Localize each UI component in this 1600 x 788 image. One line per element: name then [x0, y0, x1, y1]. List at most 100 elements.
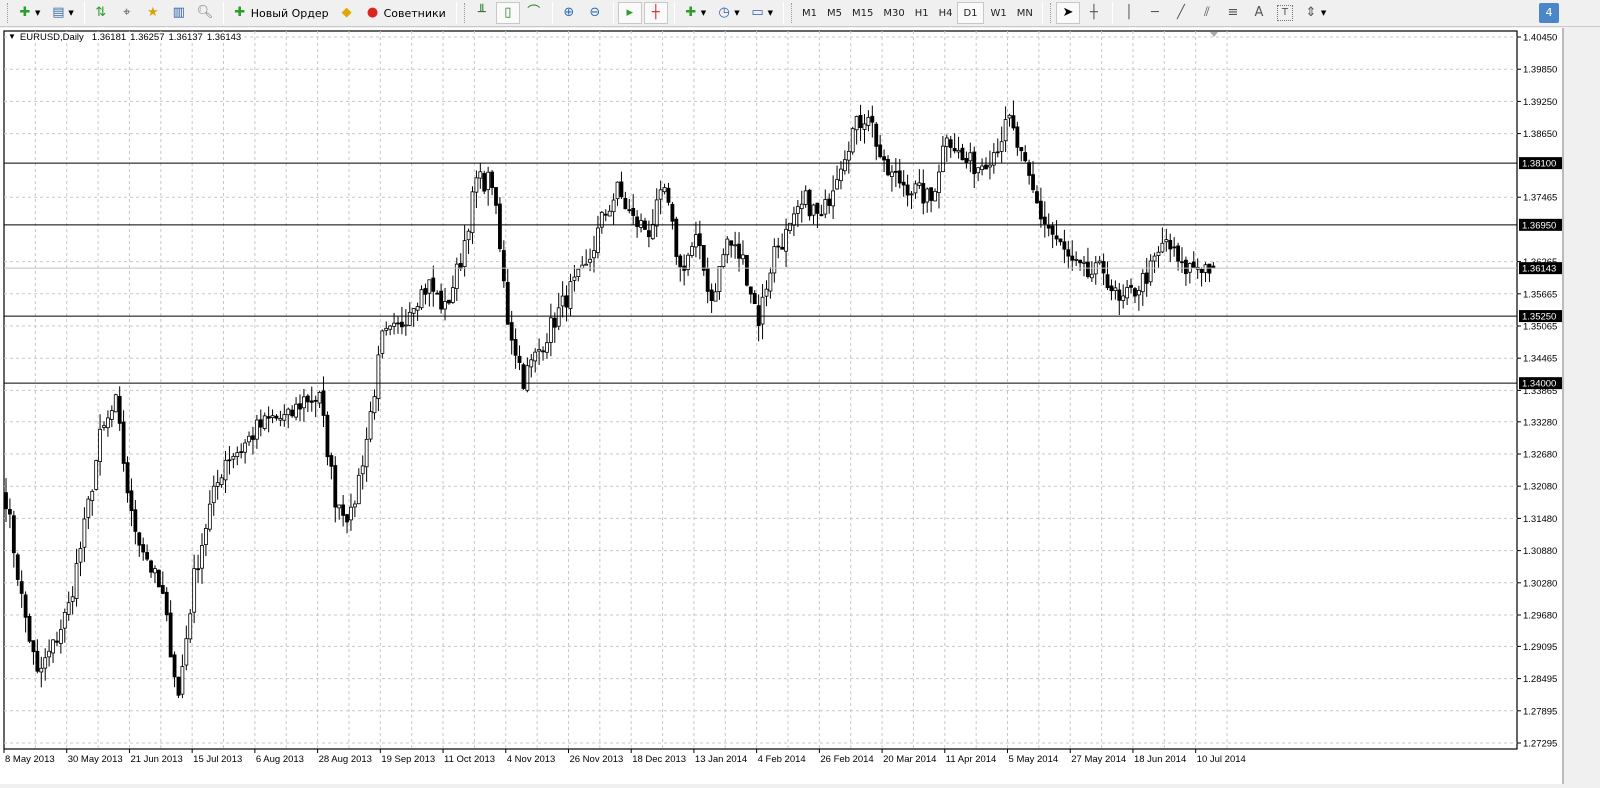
market-watch-button[interactable]: ⇅ [89, 2, 113, 24]
zoom-out-button[interactable]: ⊖ [583, 2, 607, 24]
candle-bear [541, 350, 545, 353]
line-chart-icon: ⌒ [527, 5, 541, 20]
date-tick-label: 28 Aug 2013 [319, 754, 372, 765]
collapse-triangle-icon[interactable]: ▼ [8, 32, 16, 43]
text-tool-button[interactable]: A [1247, 2, 1271, 24]
timeframe-m30-button[interactable]: M30 [878, 2, 909, 24]
timeframe-h1-button[interactable]: H1 [910, 2, 934, 24]
trendline-button[interactable]: ╱ [1169, 2, 1193, 24]
crosshair-tool-button[interactable]: ┼ [1082, 2, 1106, 24]
horizontal-line-button[interactable]: ─ [1143, 2, 1167, 24]
timeframe-m5-button[interactable]: M5 [822, 2, 847, 24]
timeframe-w1-button[interactable]: W1 [986, 2, 1012, 24]
auto-scroll-button[interactable]: ▸ [617, 2, 642, 24]
candle-bull [1089, 273, 1094, 279]
terminal-button[interactable]: ▥ [167, 2, 191, 24]
fibonacci-button[interactable]: ≡ [1221, 2, 1245, 24]
timeframe-m15-button[interactable]: M15 [847, 2, 878, 24]
candle-bear [748, 286, 753, 295]
candle-bull [286, 408, 291, 416]
candle-bear [815, 202, 820, 214]
candle-bull [823, 199, 828, 215]
crosshair-target-icon: ⌖ [123, 5, 131, 20]
expert-advisor-icon: ● [366, 5, 379, 20]
auto-scroll-icon: ▸ [626, 5, 634, 20]
candle-bull [380, 330, 385, 354]
candle-bull [94, 460, 99, 490]
candlestick-chart-button[interactable]: ▯ [495, 2, 520, 24]
candle-bull [62, 612, 67, 629]
cursor-tool-button[interactable]: ➤ [1055, 2, 1080, 24]
toolbar-grip[interactable] [790, 3, 794, 23]
navigator-button[interactable]: ★ [141, 2, 165, 24]
toolbar-grip[interactable] [463, 3, 467, 23]
candle-bear [776, 245, 781, 248]
horizontal-line-label: 1.36950 [1522, 220, 1556, 231]
notifications-badge[interactable]: 4 [1539, 3, 1559, 23]
candle-bull [109, 410, 114, 420]
timeframe-mn-button[interactable]: MN [1012, 2, 1038, 24]
candle-bear [1078, 259, 1082, 264]
templates-button[interactable]: ▭ ▼ [746, 2, 777, 24]
text-label-button[interactable]: T [1273, 2, 1297, 24]
candle-bull [639, 220, 643, 228]
candle-bear [11, 515, 16, 554]
candle-bull [47, 650, 52, 658]
price-chart[interactable]: 1.40450 1.39850 1.39250 1.38650 1.37465 1.362… [0, 28, 1562, 784]
candle-bull [545, 342, 549, 353]
bar-chart-button[interactable]: ╨ [470, 2, 494, 24]
new-order-button[interactable]: ✚ Новый Ордер [228, 2, 333, 24]
line-chart-button[interactable]: ⌒ [522, 2, 546, 24]
candle-bull [470, 191, 475, 234]
candle-bear [31, 640, 36, 653]
main-toolbar: ✚ ▼ ▤ ▼ ⇅ ⌖ ★ ▥ 🔍︎ ✚ Новый Ордер ◆ ● Советни… [0, 0, 1600, 27]
arrows-button[interactable]: ⇕ ▼ [1299, 2, 1330, 24]
new-chart-button[interactable]: ✚ ▼ [13, 2, 44, 24]
candle-bull [1136, 290, 1141, 296]
dropdown-arrow-icon: ▼ [1320, 9, 1327, 17]
candle-bull [1148, 260, 1153, 283]
strategy-tester-button[interactable]: 🔍︎ [193, 2, 217, 24]
timeframe-m1-button[interactable]: M1 [797, 2, 822, 24]
vertical-line-button[interactable]: │ [1117, 2, 1141, 24]
candle-bear [129, 490, 134, 512]
candle-bull [764, 288, 769, 297]
chart-window[interactable]: 1.40450 1.39850 1.39250 1.38650 1.37465 1.362… [0, 28, 1562, 784]
price-tick-label: 1.29680 [1523, 611, 1557, 622]
chart-shift-button[interactable]: ┼ [643, 2, 668, 24]
candle-bear [400, 321, 404, 328]
toolbar-separator [612, 2, 614, 24]
toolbar-grip[interactable] [1049, 3, 1053, 23]
zoom-in-button[interactable]: ⊕ [557, 2, 581, 24]
candle-bull [694, 234, 698, 248]
candle-bull [1082, 261, 1086, 264]
data-window-button[interactable]: ⌖ [115, 2, 139, 24]
candle-bull [427, 279, 432, 294]
toolbar-separator [222, 2, 224, 24]
timeframe-d1-button[interactable]: D1 [957, 2, 984, 24]
toolbar-grip[interactable] [7, 3, 10, 23]
candle-bear [8, 509, 12, 515]
candle-bull [556, 307, 561, 327]
alert-button[interactable]: ◆ [335, 2, 359, 24]
candle-bear [15, 554, 20, 580]
profiles-button[interactable]: ▤ ▼ [46, 2, 77, 24]
warning-diamond-icon: ◆ [341, 5, 352, 20]
candle-bear [498, 203, 502, 250]
candle-bull [466, 230, 471, 241]
candle-bull [153, 568, 157, 574]
candle-bull [1152, 255, 1157, 262]
horizontal-line-label: 1.34000 [1522, 379, 1556, 390]
periods-button[interactable]: ◷ ▼ [712, 2, 743, 24]
candle-bull [999, 141, 1004, 152]
candle-bull [944, 137, 949, 147]
candle-bear [325, 414, 330, 458]
timeframe-h4-button[interactable]: H4 [934, 2, 958, 24]
price-tick-label: 1.29095 [1523, 642, 1557, 653]
trendline-icon: ╱ [1176, 5, 1185, 20]
experts-button[interactable]: ● Советники [361, 2, 450, 24]
candle-bull [192, 568, 197, 613]
candle-bull [278, 418, 283, 421]
equidistant-channel-button[interactable]: ⫽ [1195, 2, 1219, 24]
indicators-button[interactable]: ✚ ▼ [679, 2, 710, 24]
